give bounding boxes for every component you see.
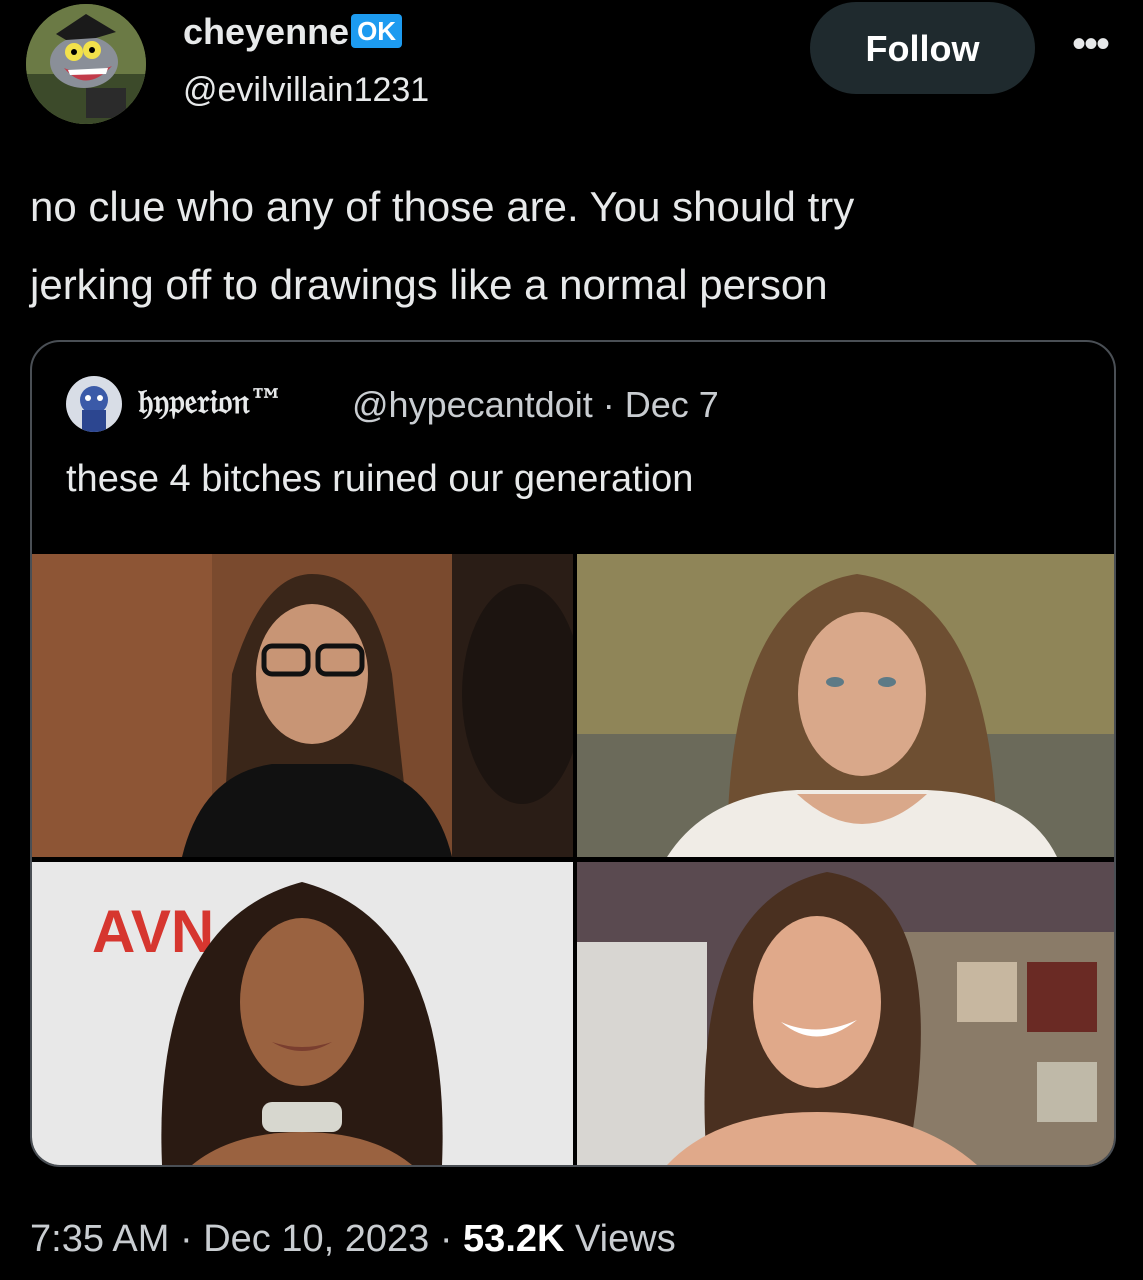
author-avatar[interactable] [26, 4, 146, 124]
tweet-text: no clue who any of those are. You should… [30, 168, 1120, 324]
cartoon-rat-avatar-image [26, 4, 146, 124]
photo-2[interactable] [577, 554, 1114, 857]
quoted-tweet-card[interactable]: 𝔥𝔶𝔭𝔢𝔯𝔦𝔬𝔫™ @hypecantdoit · Dec 7 these 4 … [30, 340, 1116, 1167]
footer-sep-1: · [179, 1218, 193, 1260]
media-grid: AVN [32, 554, 1114, 1165]
quoted-date[interactable]: Dec 7 [625, 384, 719, 425]
author-display-name[interactable]: cheyenne OK [183, 10, 403, 54]
tweet-line-1: no clue who any of those are. You should… [30, 183, 855, 230]
more-options-icon[interactable]: ••• [1062, 24, 1118, 64]
post-time[interactable]: 7:35 AM [30, 1218, 169, 1260]
follow-button[interactable]: Follow [810, 2, 1035, 94]
quoted-author-avatar[interactable] [66, 376, 122, 432]
quoted-text: these 4 bitches ruined our generation [66, 458, 694, 500]
quoted-display-name[interactable]: 𝔥𝔶𝔭𝔢𝔯𝔦𝔬𝔫™ [138, 382, 283, 422]
quoted-handle[interactable]: @hypecantdoit [352, 384, 593, 425]
photo-1-image [32, 554, 573, 857]
blue-anime-avatar-image [66, 376, 122, 432]
photo-4[interactable] [577, 862, 1114, 1165]
quoted-meta: @hypecantdoit · Dec 7 [352, 384, 719, 426]
tweet-page: cheyenne OK @evilvillain1231 Follow ••• n… [0, 0, 1143, 1280]
photo-2-image [577, 554, 1114, 857]
post-date[interactable]: Dec 10, 2023 [203, 1218, 429, 1260]
tweet-footer: 7:35 AM · Dec 10, 2023 · 53.2K Views [30, 1218, 676, 1261]
tweet-line-2: jerking off to drawings like a normal pe… [30, 261, 828, 308]
views-count: 53.2K [463, 1218, 565, 1260]
photo-3-image: AVN [32, 862, 573, 1165]
photo-1[interactable] [32, 554, 573, 857]
photo-4-image [577, 862, 1114, 1165]
ok-badge: OK [351, 14, 403, 48]
photo-3[interactable]: AVN [32, 862, 573, 1165]
footer-sep-2: · [439, 1218, 453, 1260]
author-name-text: cheyenne [183, 11, 350, 52]
quoted-separator: · [602, 384, 615, 425]
avn-sign-text: AVN [92, 898, 214, 965]
views-label: Views [575, 1218, 676, 1260]
author-handle[interactable]: @evilvillain1231 [183, 70, 429, 110]
